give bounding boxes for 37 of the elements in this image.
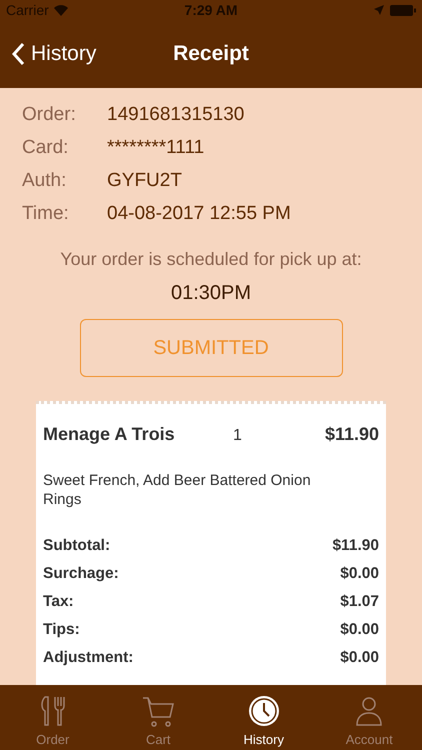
tab-item[interactable]: Order [0, 685, 106, 750]
detail-value: 04-08-2017 12:55 PM [107, 203, 292, 225]
total-value: $11.90 [332, 537, 379, 555]
total-label: Tips: [43, 621, 80, 639]
chevron-icon [12, 42, 25, 66]
pickup-time: 01:30PM [170, 282, 252, 305]
back-button[interactable]: History [0, 42, 96, 66]
carrier-label: Carrier [6, 2, 49, 18]
detail-label: Time: [22, 203, 70, 225]
detail-value: ********1111 [107, 137, 206, 159]
detail-label: Auth: [22, 170, 68, 192]
detail-label: Order: [22, 104, 77, 126]
item-price: $11.90 [324, 424, 379, 445]
total-value: $0.00 [340, 621, 379, 639]
detail-label: Card: [22, 137, 70, 159]
total-value: $0.00 [340, 565, 379, 583]
status-button[interactable]: SUBMITTED [80, 319, 342, 377]
total-value: $1.07 [340, 593, 379, 611]
wifi-icon [52, 4, 69, 16]
screen-title: Receipt [173, 42, 249, 65]
tab-item[interactable]: Account [316, 685, 422, 750]
tab-item[interactable]: History [211, 685, 316, 750]
clock-time: 7:29 AM [184, 2, 238, 18]
tab-item[interactable]: Cart [106, 685, 211, 750]
total-label: Subtotal: [43, 537, 110, 555]
detail-value: GYFU2T [107, 170, 183, 192]
battery-icon [390, 4, 416, 16]
total-label: Surchage: [43, 565, 119, 583]
total-label: Adjustment: [43, 649, 134, 667]
location-icon [374, 5, 384, 15]
item-options: Sweet French, Add Beer Battered Onion Rings [43, 471, 353, 509]
total-label: Tax: [43, 593, 74, 611]
item-name: Menage A Trois [43, 424, 176, 445]
pickup-message: Your order is scheduled for pick up at: [60, 249, 362, 270]
item-quantity: 1 [233, 427, 243, 445]
total-value: $0.00 [340, 649, 379, 667]
detail-value: 1491681315130 [107, 104, 246, 126]
